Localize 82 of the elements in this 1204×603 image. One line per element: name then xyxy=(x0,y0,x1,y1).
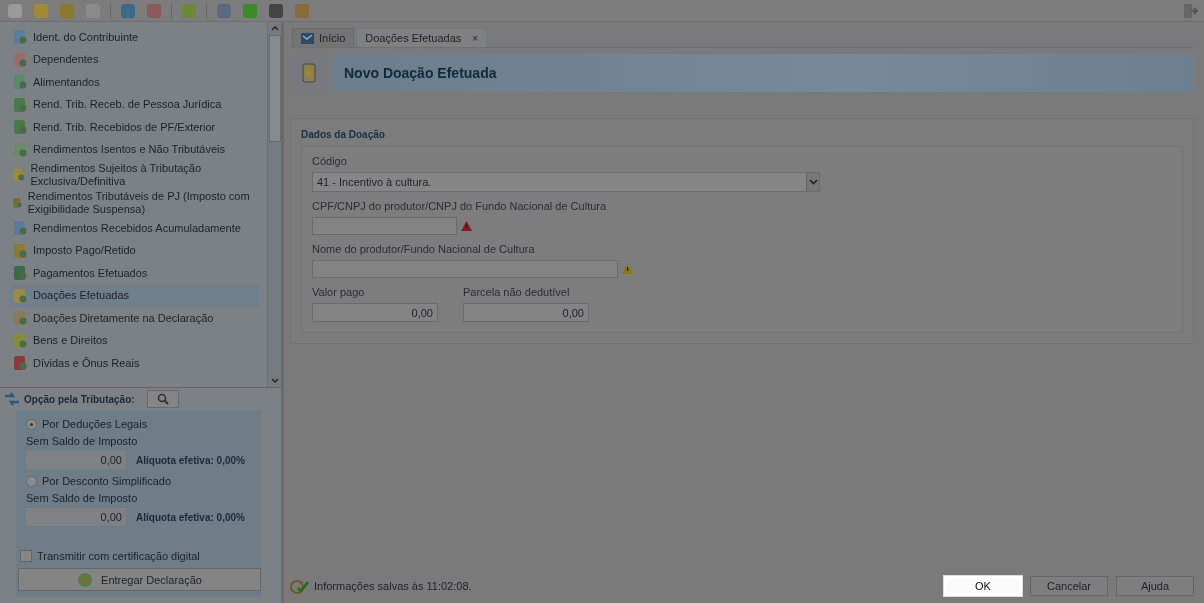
sidebar-item[interactable]: Doações Diretamente na Declaração xyxy=(10,307,259,330)
option-label: Por Desconto Simplificado xyxy=(42,475,171,487)
field-label: CPF/CNPJ do produtor/CNPJ do Fundo Nacional de Cultura xyxy=(312,200,608,212)
balance-label: Sem Saldo de Imposto xyxy=(26,435,139,447)
radio-button[interactable] xyxy=(26,475,37,487)
sidebar-item[interactable]: Dependentes xyxy=(10,48,259,71)
document-icon xyxy=(12,355,28,372)
field-label: Código xyxy=(312,155,348,167)
document-icon xyxy=(12,220,28,237)
arrows-icon xyxy=(4,392,20,406)
caret-icon xyxy=(808,179,818,185)
document-icon xyxy=(12,119,28,136)
balance-label: Sem Saldo de Imposto xyxy=(26,492,139,504)
toolbar-icon[interactable] xyxy=(267,1,285,20)
sidebar-item[interactable]: Doações Efetuadas xyxy=(10,284,259,307)
sidebar-item[interactable]: Rendimentos Sujeitos à Tributação Exclusiva/Definitiva xyxy=(10,161,259,189)
toolbar-icon[interactable] xyxy=(145,1,163,20)
document-icon xyxy=(12,51,28,68)
checkbox[interactable] xyxy=(20,550,32,562)
sidebar-item[interactable]: Bens e Direitos xyxy=(10,329,259,352)
tab[interactable]: Doações Efetuadas × xyxy=(356,28,488,47)
scrollbar[interactable] xyxy=(267,22,281,387)
dialog-button[interactable]: Cancelar xyxy=(1030,576,1108,596)
field-label: Nome do produtor/Fundo Nacional de Cultura xyxy=(312,243,536,255)
document-icon xyxy=(12,167,26,183)
document-icon xyxy=(12,310,28,327)
clock-check-icon xyxy=(290,578,310,594)
search-button[interactable] xyxy=(146,390,179,408)
sidebar-item[interactable]: Imposto Pago/Retido xyxy=(10,239,259,262)
checkbox-label: Transmitir com certificação digital xyxy=(37,550,200,562)
deliver-button[interactable]: Entregar Declaração xyxy=(18,568,261,591)
document-icon xyxy=(12,265,28,282)
sidebar-item[interactable]: Pagamentos Efetuados xyxy=(10,262,259,285)
sidebar-item[interactable]: Rendimentos Tributáveis de PJ (Imposto com Exigibilidade Suspensa) xyxy=(10,189,259,217)
tax-option-title: Opção pela Tributação: xyxy=(24,393,135,405)
amount-field[interactable]: 0,00 xyxy=(312,303,438,322)
jar-icon xyxy=(301,62,317,84)
amount-field[interactable]: 0,00 xyxy=(463,303,589,322)
toolbar-icon[interactable] xyxy=(119,1,137,20)
tax-value-field: 0,00 xyxy=(26,508,126,526)
document-icon xyxy=(12,141,28,158)
toolbar-icon[interactable] xyxy=(293,1,311,20)
effective-rate: Alíquota efetiva: 0,00% xyxy=(136,454,245,466)
toolbar-icon[interactable] xyxy=(84,1,102,20)
document-icon xyxy=(12,195,23,211)
field-label: Valor pago xyxy=(312,286,366,298)
scroll-up-icon[interactable] xyxy=(270,26,279,31)
globe-icon xyxy=(77,571,94,588)
sidebar-item[interactable]: Rend. Trib. Receb. de Pessoa Jurídica xyxy=(10,93,259,116)
toolbar-icon[interactable] xyxy=(58,1,76,20)
sidebar-item[interactable]: Dívidas e Ônus Reais xyxy=(10,352,259,375)
page-title: Novo Doação Efetuada xyxy=(344,65,497,81)
effective-rate: Alíquota efetiva: 0,00% xyxy=(136,511,245,523)
section-title: Dados da Doação xyxy=(301,129,386,140)
sidebar-item[interactable]: Rendimentos Isentos e Não Tributáveis xyxy=(10,138,259,161)
tab[interactable]: Início xyxy=(292,28,355,47)
field-label: Parcela não dedutível xyxy=(463,286,571,298)
sidebar-item[interactable]: Alimentandos xyxy=(10,71,259,94)
document-icon xyxy=(12,29,28,46)
exit-icon[interactable] xyxy=(1182,2,1198,19)
scroll-down-icon[interactable] xyxy=(270,378,279,383)
toolbar-icon[interactable] xyxy=(32,1,50,20)
option-label: Por Deduções Legais xyxy=(42,418,148,430)
document-icon xyxy=(12,332,28,349)
sidebar-item[interactable]: Rendimentos Recebidos Acumuladamente xyxy=(10,217,259,240)
radio-button[interactable] xyxy=(26,418,37,430)
tax-value-field: 0,00 xyxy=(26,451,126,469)
document-icon xyxy=(12,74,28,91)
document-icon xyxy=(12,287,28,304)
status-text: Informações salvas às 11:02:08. xyxy=(314,580,472,592)
document-icon xyxy=(12,242,28,259)
dialog-button[interactable]: OK xyxy=(944,576,1022,596)
toolbar-icon[interactable] xyxy=(6,1,24,20)
toolbar-icon[interactable] xyxy=(241,1,259,20)
toolbar-icon[interactable] xyxy=(180,1,198,20)
dialog-button[interactable]: Ajuda xyxy=(1116,576,1194,596)
toolbar-icon[interactable] xyxy=(215,1,233,20)
search-icon xyxy=(156,393,169,405)
sidebar-item[interactable]: Rend. Trib. Recebidos de PF/Exterior xyxy=(10,116,259,139)
sidebar-item[interactable]: Ident. do Contribuinte xyxy=(10,26,259,49)
document-icon xyxy=(12,96,28,113)
code-dropdown[interactable]: 41 - Incentivo à cultura. xyxy=(312,172,820,192)
